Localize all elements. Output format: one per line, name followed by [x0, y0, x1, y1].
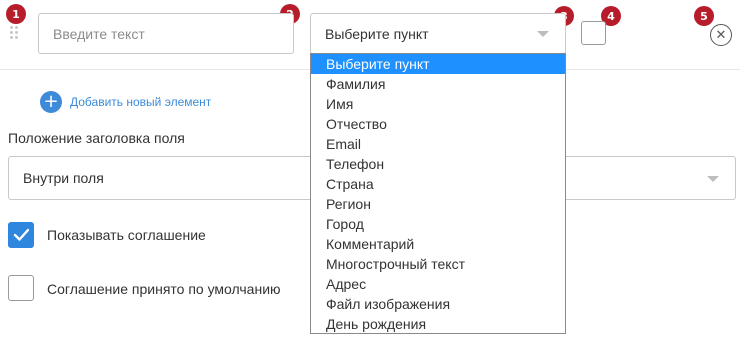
dropdown-option[interactable]: Телефон — [311, 154, 565, 174]
checkmark-icon — [13, 228, 30, 241]
field-type-select[interactable]: Выберите пункт — [310, 13, 566, 54]
add-element-label: Добавить новый элемент — [70, 95, 212, 109]
dropdown-option[interactable]: Комментарий — [311, 234, 565, 254]
title-position-label: Положение заголовка поля — [8, 130, 185, 146]
dropdown-option[interactable]: Страна — [311, 174, 565, 194]
field-type-dropdown-list[interactable]: Выберите пункт Фамилия Имя Отчество Email Тел… — [310, 53, 566, 334]
dropdown-option[interactable]: Имя — [311, 94, 565, 114]
show-agreement-label: Показывать соглашение — [47, 227, 206, 243]
remove-field-button[interactable]: ✕ — [710, 24, 732, 46]
drag-handle-icon[interactable] — [10, 26, 20, 42]
dropdown-option[interactable]: Файл изображения — [311, 294, 565, 314]
agreement-default-label: Соглашение принято по умолчанию — [47, 281, 281, 297]
step-badge-1: 1 — [6, 4, 26, 24]
dropdown-option[interactable]: Отчество — [311, 114, 565, 134]
step-badge-5: 5 — [694, 6, 714, 26]
dropdown-option[interactable]: Регион — [311, 194, 565, 214]
field-type-select-value: Выберите пункт — [325, 25, 429, 42]
dropdown-option[interactable]: Фамилия — [311, 74, 565, 94]
chevron-down-icon — [707, 176, 719, 182]
dropdown-option[interactable]: Город — [311, 214, 565, 234]
required-checkbox[interactable] — [581, 21, 606, 45]
dropdown-option[interactable]: Многострочный текст — [311, 254, 565, 274]
title-position-value: Внутри поля — [23, 170, 104, 186]
add-element-button[interactable]: + Добавить новый элемент — [40, 91, 211, 113]
agreement-default-checkbox[interactable] — [8, 275, 34, 301]
close-icon: ✕ — [715, 27, 727, 43]
chevron-down-icon — [537, 31, 549, 37]
dropdown-option[interactable]: День рождения — [311, 314, 565, 334]
show-agreement-checkbox[interactable] — [8, 222, 34, 248]
plus-circle-icon: + — [40, 91, 62, 113]
field-name-input[interactable] — [38, 13, 294, 54]
dropdown-option[interactable]: Выберите пункт — [311, 54, 565, 74]
dropdown-option[interactable]: Email — [311, 134, 565, 154]
dropdown-option[interactable]: Адрес — [311, 274, 565, 294]
